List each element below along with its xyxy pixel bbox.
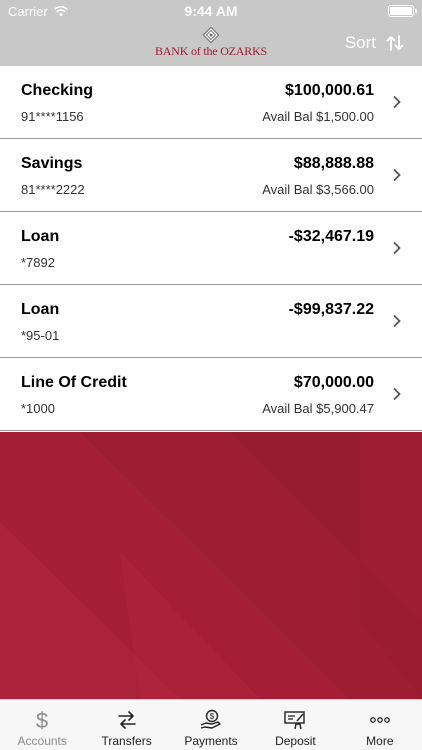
account-available-balance: Avail Bal $1,500.00 xyxy=(262,109,374,124)
geometric-pattern xyxy=(0,432,422,699)
account-name: Loan xyxy=(21,301,60,318)
chevron-right-icon xyxy=(393,387,401,401)
chevron-right-icon xyxy=(393,168,401,182)
tab-payments[interactable]: $ Payments xyxy=(169,700,253,750)
account-balance: $100,000.61 xyxy=(285,82,374,99)
bank-logo-mark-icon xyxy=(202,26,220,44)
tab-accounts[interactable]: $ Accounts xyxy=(0,700,84,750)
check-deposit-icon xyxy=(284,711,306,730)
account-name: Savings xyxy=(21,155,83,172)
sort-arrows-icon xyxy=(386,35,404,51)
account-balance: $88,888.88 xyxy=(293,155,374,172)
bottom-tab-bar: $ Accounts Transfers $ Payments Deposit xyxy=(0,699,422,750)
chevron-right-icon xyxy=(393,95,401,109)
account-number: 81****2222 xyxy=(21,182,85,197)
account-row-line-of-credit[interactable]: Line Of Credit *1000 $70,000.00 Avail Ba… xyxy=(0,358,422,431)
account-row-loan-7892[interactable]: Loan *7892 -$32,467.19 xyxy=(0,212,422,285)
hand-payment-icon: $ xyxy=(200,709,221,729)
tab-label: Deposit xyxy=(275,734,316,748)
account-balance: -$32,467.19 xyxy=(288,228,374,245)
svg-text:$: $ xyxy=(210,712,215,721)
svg-text:$: $ xyxy=(36,709,48,731)
brand-background-panel xyxy=(0,432,422,699)
app-header: Carrier 9:44 AM BANK of the OZARKS Sort xyxy=(0,0,422,66)
account-name: Loan xyxy=(21,228,60,245)
chevron-right-icon xyxy=(393,241,401,255)
account-available-balance: Avail Bal $3,566.00 xyxy=(262,182,374,197)
bank-logo-text: BANK of the OZARKS xyxy=(154,44,268,58)
tab-transfers[interactable]: Transfers xyxy=(84,700,168,750)
account-number: *95-01 xyxy=(21,328,60,343)
tab-more[interactable]: More xyxy=(338,700,422,750)
account-name: Line Of Credit xyxy=(21,374,127,391)
more-dots-icon xyxy=(369,717,390,723)
bank-logo: BANK of the OZARKS xyxy=(150,26,272,62)
account-number: 91****1156 xyxy=(21,109,84,124)
account-balance: $70,000.00 xyxy=(293,374,374,391)
transfer-arrows-icon xyxy=(117,711,136,729)
status-time: 9:44 AM xyxy=(184,3,238,19)
sort-label: Sort xyxy=(344,33,376,52)
account-row-savings[interactable]: Savings 81****2222 $88,888.88 Avail Bal … xyxy=(0,139,422,212)
status-bar: Carrier 9:44 AM xyxy=(0,0,422,22)
account-row-checking[interactable]: Checking 91****1156 $100,000.61 Avail Ba… xyxy=(0,66,422,139)
account-list: Checking 91****1156 $100,000.61 Avail Ba… xyxy=(0,66,422,431)
tab-label: More xyxy=(366,734,394,748)
dollar-icon: $ xyxy=(36,709,48,731)
sort-button[interactable]: Sort xyxy=(345,33,404,53)
account-row-loan-9501[interactable]: Loan *95-01 -$99,837.22 xyxy=(0,285,422,358)
chevron-right-icon xyxy=(393,314,401,328)
tab-label: Payments xyxy=(184,734,238,748)
account-balance: -$99,837.22 xyxy=(288,301,374,318)
tab-label: Transfers xyxy=(101,734,152,748)
tab-deposit[interactable]: Deposit xyxy=(253,700,337,750)
account-available-balance: Avail Bal $5,900.47 xyxy=(262,401,374,416)
account-number: *1000 xyxy=(21,401,55,416)
battery-icon xyxy=(388,5,417,17)
tab-label: Accounts xyxy=(17,734,67,748)
account-number: *7892 xyxy=(21,255,55,270)
account-name: Checking xyxy=(21,82,94,99)
